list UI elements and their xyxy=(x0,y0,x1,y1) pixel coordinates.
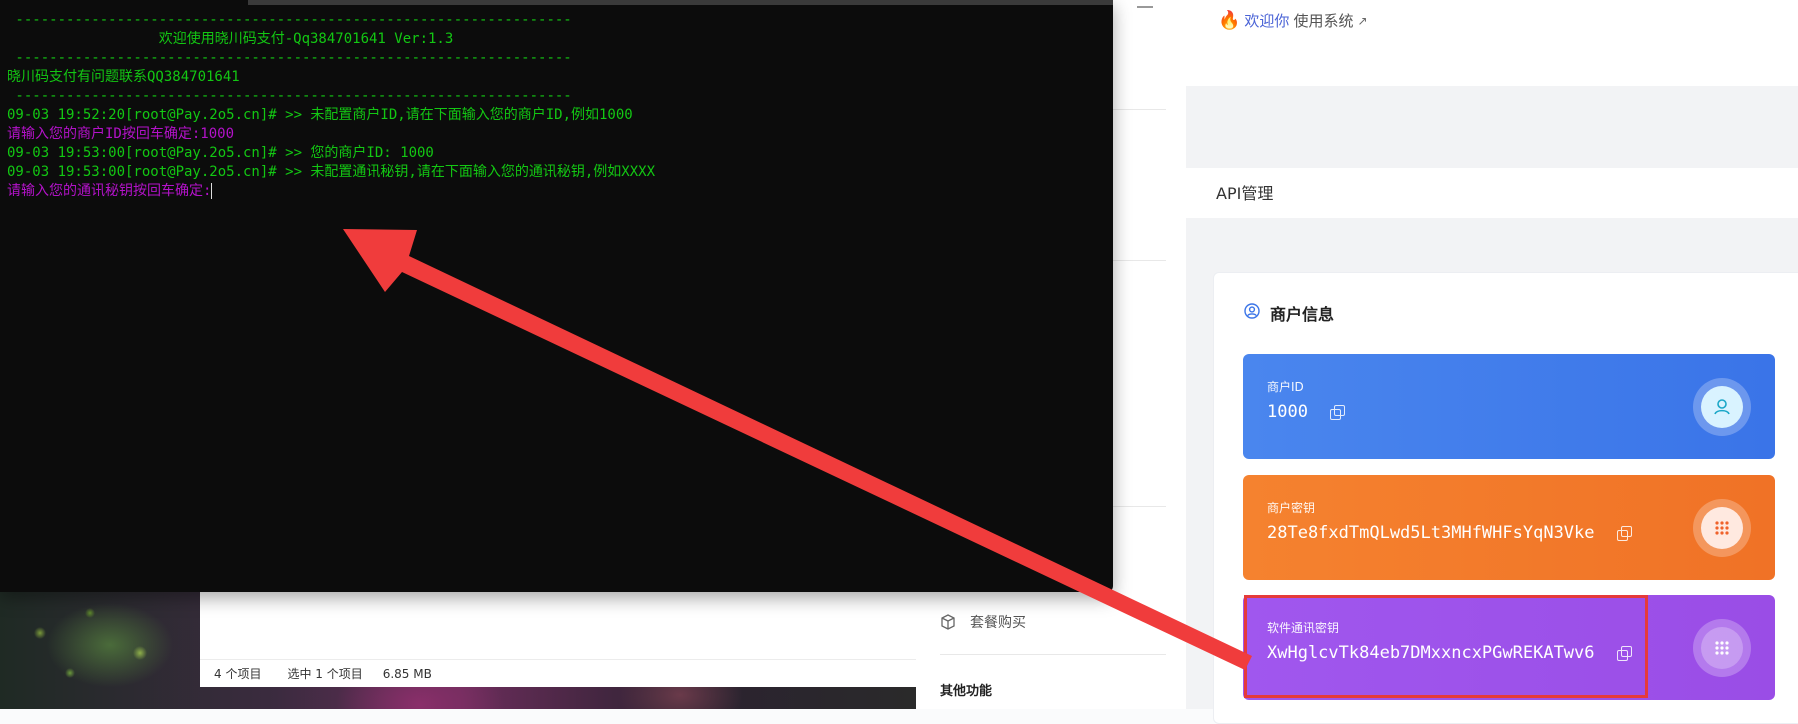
software-key-value-row: XwHglcvTk84eb7DMxxncxPGwREKATwv6 xyxy=(1267,643,1632,663)
sidebar-section-other: 其他功能 xyxy=(940,684,993,699)
keypad-icon xyxy=(1701,507,1743,549)
keypad-badge xyxy=(1693,619,1751,677)
wallpaper-detail xyxy=(10,593,190,693)
sidebar-divider xyxy=(940,654,1166,655)
software-key-box: 软件通讯密钥 XwHglcvTk84eb7DMxxncxPGwREKATwv6 xyxy=(1243,595,1775,700)
terminal-titlebar xyxy=(248,0,1113,5)
box-icon xyxy=(940,614,956,630)
user-icon xyxy=(1701,386,1743,428)
merchant-key-value: 28Te8fxdTmQLwd5Lt3MHfWHFsYqN3Vke xyxy=(1267,523,1595,543)
software-key-label: 软件通讯密钥 xyxy=(1267,621,1340,635)
merchant-id-label: 商户ID xyxy=(1267,380,1304,394)
terminal-line: 09-03 19:52:20[root@Pay.2o5.cn]# >> 未配置商… xyxy=(7,107,633,123)
merchant-key-label: 商户密钥 xyxy=(1267,501,1316,515)
user-badge xyxy=(1693,378,1751,436)
page-title: API管理 xyxy=(1216,184,1274,203)
merchant-key-box: 商户密钥 28Te8fxdTmQLwd5Lt3MHfWHFsYqN3Vke xyxy=(1243,475,1775,580)
keypad-icon xyxy=(1701,627,1743,669)
terminal-line: ----------------------------------------… xyxy=(7,12,572,28)
card-title: 商户信息 xyxy=(1244,301,1334,325)
user-circle-icon xyxy=(1244,303,1260,323)
terminal-line: 请输入您的商户ID按回车确定:1000 xyxy=(7,126,235,142)
sidebar-item-label: 套餐购买 xyxy=(970,615,1026,631)
welcome-suffix: 使用系统 xyxy=(1293,12,1354,30)
merchant-id-value: 1000 xyxy=(1267,402,1308,422)
copy-icon[interactable] xyxy=(1616,646,1632,661)
software-key-value: XwHglcvTk84eb7DMxxncxPGwREKATwv6 xyxy=(1267,643,1595,663)
copy-icon[interactable] xyxy=(1329,405,1345,420)
top-header: 🔥 欢迎你 使用系统 ↗ xyxy=(1186,0,1798,86)
terminal-line: 欢迎使用晓川码支付-Qq384701641 Ver:1.3 xyxy=(7,31,454,47)
fire-icon: 🔥 xyxy=(1218,10,1241,31)
explorer-statusbar: 4 个项目 选中 1 个项目 6.85 MB xyxy=(200,659,916,687)
external-link-icon: ↗ xyxy=(1357,13,1368,28)
merchant-key-value-row: 28Te8fxdTmQLwd5Lt3MHfWHFsYqN3Vke xyxy=(1267,523,1632,543)
sidebar-item-package-purchase[interactable]: 套餐购买 xyxy=(940,612,1026,632)
terminal-prompt-line[interactable]: 请输入您的通讯秘钥按回车确定: xyxy=(7,182,655,201)
keypad-badge xyxy=(1693,499,1751,557)
terminal-output: ----------------------------------------… xyxy=(7,11,655,201)
selected-count: 选中 1 个项目 xyxy=(287,667,363,681)
terminal-window[interactable]: ----------------------------------------… xyxy=(0,0,1113,592)
text-cursor xyxy=(211,183,213,199)
selected-size: 6.85 MB xyxy=(382,666,432,681)
welcome-prefix: 欢迎你 xyxy=(1244,12,1290,30)
terminal-line: 09-03 19:53:00[root@Pay.2o5.cn]# >> 您的商户… xyxy=(7,145,434,161)
welcome-link[interactable]: 🔥 欢迎你 使用系统 ↗ xyxy=(1218,10,1368,31)
merchant-id-value-row: 1000 xyxy=(1267,402,1345,422)
menu-toggle-icon[interactable] xyxy=(1137,0,1153,8)
copy-icon[interactable] xyxy=(1616,526,1632,541)
terminal-line: 09-03 19:53:00[root@Pay.2o5.cn]# >> 未配置通… xyxy=(7,164,656,180)
terminal-line: ----------------------------------------… xyxy=(7,88,572,104)
merchant-id-box: 商户ID 1000 xyxy=(1243,354,1775,459)
terminal-line: ----------------------------------------… xyxy=(7,50,572,66)
page-header: API管理 xyxy=(1186,168,1798,218)
card-title-text: 商户信息 xyxy=(1270,305,1335,324)
terminal-prompt: 请输入您的通讯秘钥按回车确定: xyxy=(7,183,212,199)
item-count: 4 个项目 xyxy=(214,667,262,681)
terminal-line: 晓川码支付有问题联系QQ384701641 xyxy=(7,69,240,85)
